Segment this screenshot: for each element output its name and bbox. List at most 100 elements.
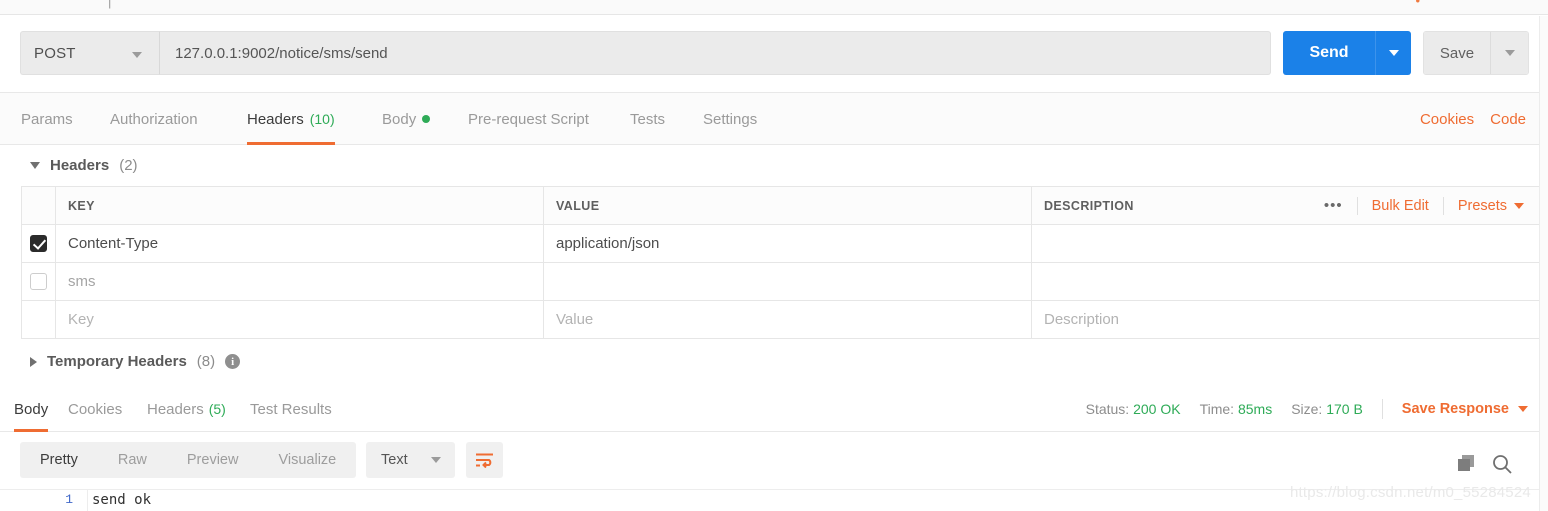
body-format-select[interactable]: Text — [366, 442, 455, 478]
tab-label: Tests — [630, 110, 666, 128]
search-button[interactable] — [1491, 453, 1513, 480]
tab-label: Headers — [247, 110, 304, 128]
temporary-headers-count: (8) — [196, 353, 216, 370]
table-new-row: Key Value Description — [22, 301, 1548, 339]
size-badge: Size: 170 B — [1291, 401, 1363, 417]
tab-params[interactable]: Params — [21, 93, 73, 145]
response-tab-headers[interactable]: Headers (5) — [147, 386, 226, 432]
new-header-value-input[interactable]: Value — [544, 301, 1032, 338]
save-button-group: Save — [1423, 31, 1529, 75]
presets-label: Presets — [1457, 197, 1507, 214]
header-key-cell[interactable]: sms — [56, 263, 544, 300]
word-wrap-button[interactable] — [466, 442, 503, 478]
tab-body[interactable]: Body — [382, 93, 431, 145]
response-tab-cookies[interactable]: Cookies — [68, 386, 122, 432]
row-checkbox-cell — [22, 301, 56, 338]
new-header-description-input[interactable]: Description — [1032, 301, 1548, 338]
view-mode-visualize[interactable]: Visualize — [258, 442, 356, 478]
tab-label: Pre-request Script — [468, 110, 589, 128]
row-checkbox-cell — [22, 263, 56, 300]
row-enabled-checkbox[interactable] — [30, 235, 47, 252]
tab-authorization[interactable]: Authorization — [110, 93, 198, 145]
row-enabled-checkbox[interactable] — [30, 273, 47, 290]
body-modified-dot-icon — [422, 115, 431, 123]
view-mode-raw[interactable]: Raw — [98, 442, 167, 478]
tab-label: Authorization — [110, 110, 198, 128]
request-tab-links: Cookies Code — [1420, 93, 1526, 145]
chevron-down-icon — [132, 52, 142, 58]
cookies-link[interactable]: Cookies — [1420, 111, 1474, 128]
response-status-bar: Status: 200 OK Time: 85ms Size: 170 B Sa… — [1086, 386, 1528, 432]
right-edge-strip — [1539, 16, 1548, 511]
request-url-input[interactable]: 127.0.0.1:9002/notice/sms/send — [160, 31, 1271, 75]
expand-triangle-right-icon[interactable] — [30, 356, 37, 367]
view-mode-pretty[interactable]: Pretty — [20, 442, 98, 478]
tab-headers[interactable]: Headers (10) — [247, 93, 335, 145]
tab-label: Body — [14, 400, 49, 418]
row-checkbox-cell — [22, 225, 56, 262]
top-cutoff-strip: | • — [0, 0, 1548, 15]
save-response-button[interactable]: Save Response — [1402, 401, 1528, 417]
chevron-down-icon — [1504, 50, 1515, 56]
line-number-gutter: 1 — [21, 490, 88, 511]
header-key-cell[interactable]: Content-Type — [56, 225, 544, 262]
tab-pre-request-script[interactable]: Pre-request Script — [468, 93, 589, 145]
tab-label: Cookies — [68, 400, 123, 418]
column-header-value: VALUE — [544, 187, 1032, 224]
tab-count: (10) — [309, 111, 335, 127]
send-options-button[interactable] — [1375, 31, 1411, 75]
line-number: 1 — [65, 492, 73, 507]
response-body-viewer[interactable]: 1 send ok — [0, 489, 1548, 511]
copy-icon — [1458, 455, 1474, 471]
send-button[interactable]: Send — [1283, 31, 1375, 75]
collapse-triangle-down-icon[interactable] — [30, 162, 40, 169]
tab-label: Test Results — [250, 400, 332, 418]
new-header-key-input[interactable]: Key — [56, 301, 544, 338]
time-value: 85ms — [1237, 401, 1273, 417]
header-description-cell[interactable] — [1032, 225, 1548, 262]
response-tab-test-results[interactable]: Test Results — [250, 386, 332, 432]
size-value: 170 B — [1326, 401, 1363, 417]
header-description-cell[interactable] — [1032, 263, 1548, 300]
body-format-label: Text — [381, 452, 408, 468]
tab-label: Settings — [703, 110, 758, 128]
chevron-down-icon — [1518, 406, 1528, 412]
table-row: Content-Type application/json — [22, 225, 1548, 263]
code-link[interactable]: Code — [1490, 111, 1526, 128]
tab-settings[interactable]: Settings — [703, 93, 757, 145]
top-strip-left-fragment: | — [108, 0, 112, 9]
status-badge: Status: 200 OK — [1086, 401, 1181, 417]
divider — [1381, 399, 1383, 419]
presets-button[interactable]: Presets — [1444, 198, 1538, 214]
table-tools: ••• Bulk Edit Presets — [1310, 187, 1538, 224]
save-button[interactable]: Save — [1424, 32, 1490, 74]
chevron-down-icon — [431, 457, 441, 463]
view-mode-preview[interactable]: Preview — [167, 442, 259, 478]
tab-tests[interactable]: Tests — [630, 93, 665, 145]
word-wrap-icon — [475, 453, 493, 468]
copy-button[interactable] — [1456, 453, 1478, 480]
column-header-key: KEY — [56, 187, 544, 224]
response-body-toolbar: Pretty Raw Preview Visualize Text — [0, 432, 1548, 489]
tab-count: (5) — [208, 401, 226, 417]
search-icon — [1493, 455, 1512, 474]
more-options-icon[interactable]: ••• — [1310, 197, 1357, 214]
chevron-down-icon — [1514, 202, 1524, 209]
request-url-text: 127.0.0.1:9002/notice/sms/send — [175, 44, 388, 62]
info-icon[interactable]: i — [225, 354, 241, 369]
http-method-select[interactable]: POST — [20, 31, 160, 75]
response-body-content: send ok — [92, 492, 152, 508]
save-options-button[interactable] — [1490, 32, 1528, 74]
http-method-label: POST — [34, 44, 76, 62]
response-tab-body[interactable]: Body — [14, 386, 49, 432]
chevron-down-icon — [1388, 50, 1399, 56]
request-tab-bar: Params Authorization Headers (10) Body P… — [0, 93, 1548, 145]
body-view-mode-group: Pretty Raw Preview Visualize — [20, 442, 357, 478]
size-label: Size: — [1291, 401, 1323, 417]
bulk-edit-button[interactable]: Bulk Edit — [1358, 198, 1443, 214]
headers-section-header[interactable]: Headers (2) — [0, 147, 1548, 184]
temporary-headers-section-header[interactable]: Temporary Headers (8) i — [0, 343, 1548, 380]
header-value-cell[interactable]: application/json — [544, 225, 1032, 262]
header-value-cell[interactable] — [544, 263, 1032, 300]
select-all-cell — [22, 187, 56, 224]
